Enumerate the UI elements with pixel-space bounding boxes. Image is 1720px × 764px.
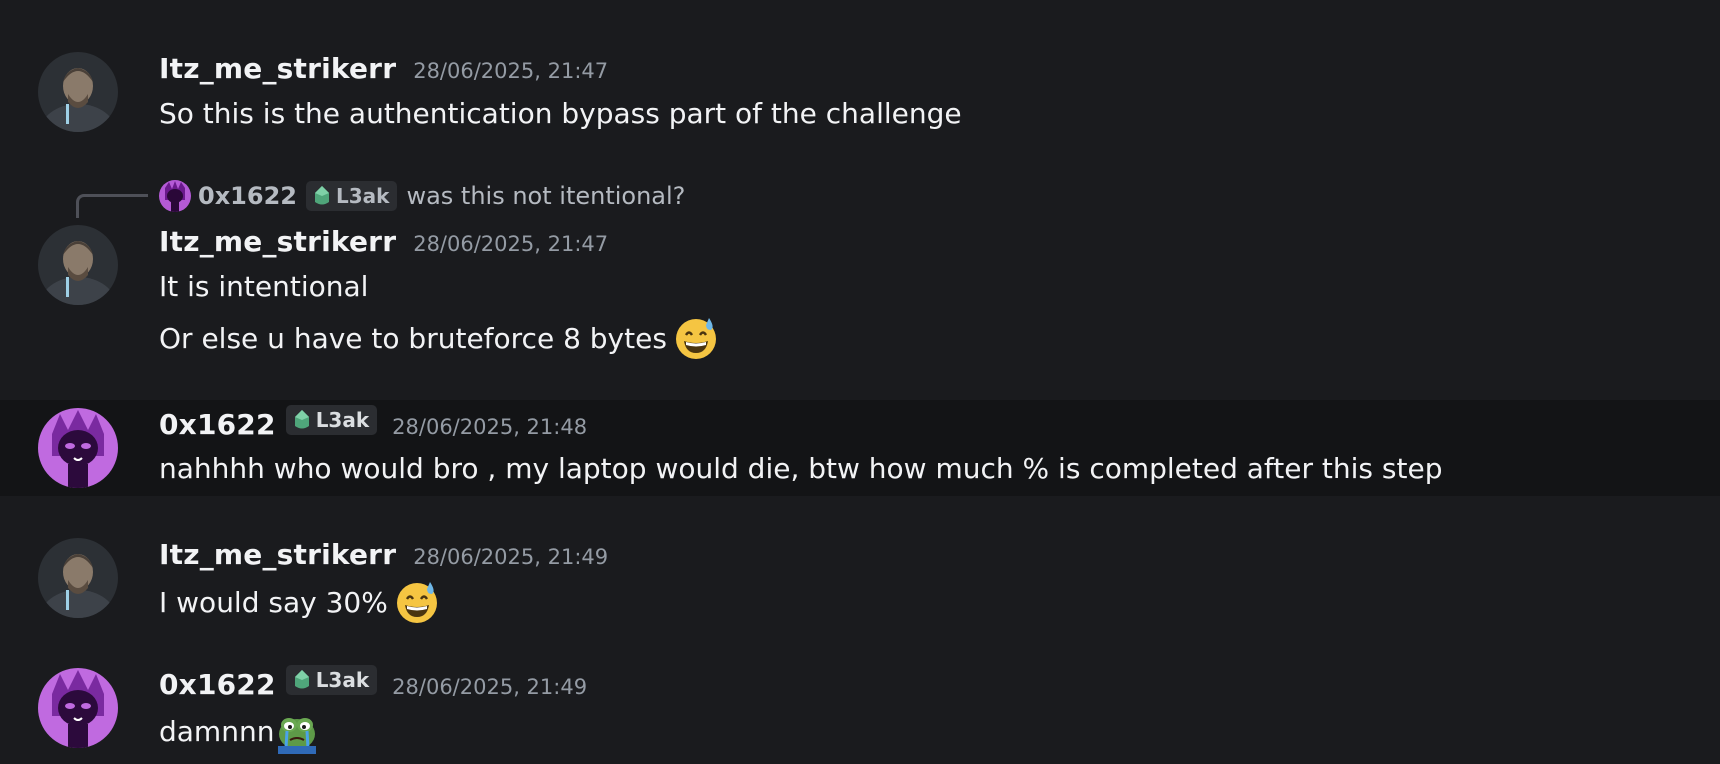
message-text: Or else u have to bruteforce 8 bytes	[159, 321, 667, 355]
server-tag[interactable]: L3ak	[285, 665, 378, 695]
message-text-row: I would say 30%	[159, 576, 440, 628]
timestamp[interactable]: 28/06/2025, 21:49	[392, 675, 587, 699]
grinning-sweat-emoji[interactable]	[394, 579, 440, 625]
timestamp[interactable]: 28/06/2025, 21:48	[392, 415, 587, 439]
message-text: nahhhh who would bro , my laptop would d…	[159, 451, 1443, 485]
message-text: I would say 30%	[159, 585, 388, 619]
avatar-itz-me-strikerr[interactable]	[38, 225, 118, 305]
timestamp[interactable]: 28/06/2025, 21:49	[413, 545, 608, 569]
message-4[interactable]: Itz_me_strikerr 28/06/2025, 21:49 I woul…	[0, 530, 1720, 640]
tag-label: L3ak	[335, 184, 390, 208]
timestamp[interactable]: 28/06/2025, 21:47	[413, 59, 608, 83]
server-tag[interactable]: L3ak	[305, 181, 398, 211]
gem-icon	[314, 186, 329, 205]
username[interactable]: 0x1622	[159, 668, 276, 701]
grinning-sweat-emoji[interactable]	[673, 315, 719, 361]
reply-spine	[76, 194, 148, 218]
reply-author[interactable]: 0x1622	[198, 182, 297, 210]
message-text-row: damnnn	[159, 708, 320, 754]
tag-label: L3ak	[315, 668, 370, 692]
gem-icon	[294, 670, 309, 689]
tag-label: L3ak	[315, 408, 370, 432]
message-text-2: Or else u have to bruteforce 8 bytes	[159, 312, 719, 364]
message-3[interactable]: 0x1622 L3ak 28/06/2025, 21:48 nahhhh who…	[0, 400, 1720, 496]
message-1[interactable]: Itz_me_strikerr 28/06/2025, 21:47 So thi…	[0, 0, 1720, 150]
username[interactable]: Itz_me_strikerr	[159, 225, 396, 258]
message-text: damnnn	[159, 714, 275, 748]
username[interactable]: Itz_me_strikerr	[159, 538, 396, 571]
message-text: So this is the authentication bypass par…	[159, 96, 962, 130]
timestamp[interactable]: 28/06/2025, 21:47	[413, 232, 608, 256]
reply-avatar[interactable]	[159, 180, 191, 212]
username[interactable]: Itz_me_strikerr	[159, 52, 396, 85]
avatar-0x1622[interactable]	[38, 408, 118, 488]
message-5[interactable]: 0x1622 L3ak 28/06/2025, 21:49 damnnn	[0, 660, 1720, 764]
reply-text[interactable]: was this not itentional?	[406, 182, 685, 210]
message-2[interactable]: Itz_me_strikerr 28/06/2025, 21:47 It is …	[0, 220, 1720, 390]
avatar-itz-me-strikerr[interactable]	[38, 538, 118, 618]
crying-pepe-emoji[interactable]	[274, 708, 320, 754]
avatar-0x1622[interactable]	[38, 668, 118, 748]
gem-icon	[294, 410, 309, 429]
server-tag[interactable]: L3ak	[285, 405, 378, 435]
chat-messages: Itz_me_strikerr 28/06/2025, 21:47 So thi…	[0, 0, 1720, 764]
reply-preview[interactable]: 0x1622 L3ak was this not itentional?	[159, 178, 685, 214]
avatar-itz-me-strikerr[interactable]	[38, 52, 118, 132]
message-text: It is intentional	[159, 269, 369, 303]
username[interactable]: 0x1622	[159, 408, 276, 441]
